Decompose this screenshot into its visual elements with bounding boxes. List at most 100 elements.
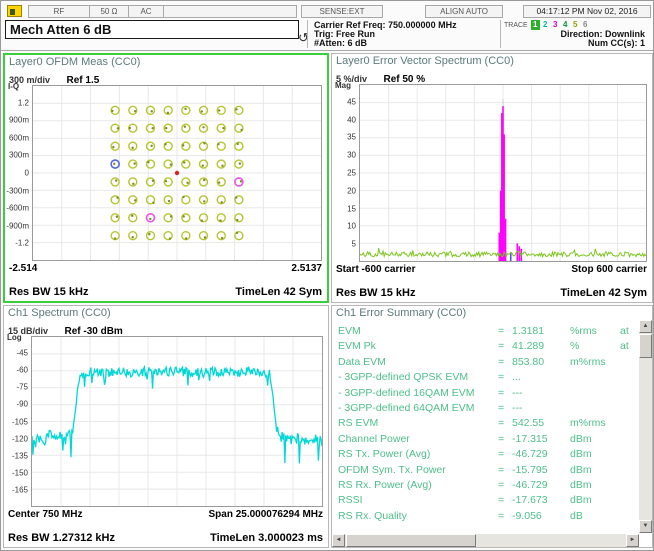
y-tick-label: 600m [9,133,29,142]
y-tick-label: 30 [347,151,356,160]
er-unit: dBm [570,463,620,478]
header-divider [1,50,653,51]
error-summary-row: RS Rx. Power (Avg)=-46.729dBm [338,478,636,493]
y-tick-label: -135 [12,451,28,460]
impedance-indicator: 50 Ω [89,5,129,18]
scroll-down-button[interactable]: ▼ [639,520,652,533]
er-note [620,432,636,447]
vertical-scroll-thumb[interactable] [639,334,652,358]
er-note [620,463,636,478]
header-separator [307,20,308,48]
y-tick-label: -600m [6,204,29,213]
error-summary-row: - 3GPP-defined 16QAM EVM=--- [338,386,636,401]
y-tick-label: -45 [16,349,28,358]
coupling-indicator: AC [128,5,164,18]
y-tick-label: -300m [6,186,29,195]
analyzer-screen: RF 50 Ω AC SENSE:EXT ALIGN AUTO 04:17:12… [0,0,654,551]
spectrum-canvas [32,337,322,506]
error-summary-horizontal-scrollbar[interactable]: ◄ ► [332,534,639,547]
error-summary-row: OFDM Sym. Tx. Power=-15.795dBm [338,463,636,478]
er-eq: = [498,339,512,354]
er-eq: = [498,416,512,431]
y-tick-label: 25 [347,169,356,178]
er-label: - 3GPP-defined QPSK EVM [338,370,498,385]
er-val: --- [512,386,570,401]
ofdm-meas-panel[interactable]: Layer0 OFDM Meas (CC0) 300 m/div Ref 1.5… [3,53,329,303]
y-tick-label: 5 [352,240,356,249]
er-eq: = [498,432,512,447]
y-tick-label: -165 [12,485,28,494]
scroll-up-button[interactable]: ▲ [639,320,652,333]
y-axis-ticks: 1.2900m600m300m0-300m-600m-900m-1.2 [5,85,31,261]
er-eq: = [498,463,512,478]
er-unit: %rms [570,324,620,339]
er-label: EVM [338,324,498,339]
y-tick-label: 1.2 [18,98,29,107]
er-unit [570,370,620,385]
error-summary-row: RS EVM=542.55m%rms [338,416,636,431]
error-summary-row: RSSI=-17.673dBm [338,493,636,508]
er-val: 542.55 [512,416,570,431]
scroll-right-button[interactable]: ► [626,534,639,547]
er-eq: = [498,355,512,370]
panel-title: Ch1 Error Summary (CC0) [336,307,466,319]
x-max-label: 2.5137 [291,263,322,274]
error-summary-row: Data EVM=853.80m%rms [338,355,636,370]
er-val: -15.795 [512,463,570,478]
panel-title: Layer0 Error Vector Spectrum (CC0) [336,55,514,67]
error-summary-row: RS Tx. Power (Avg)=-46.729dBm [338,447,636,462]
er-eq: = [498,493,512,508]
evm-spectrum-canvas [360,85,646,261]
er-val: --- [512,401,570,416]
constellation-plot [32,85,322,261]
trace-indicator-3[interactable]: 3 [551,20,560,30]
er-note [620,509,636,524]
er-val: ... [512,370,570,385]
er-unit: dBm [570,478,620,493]
error-summary-row: - 3GPP-defined QPSK EVM=... [338,370,636,385]
trace-indicator-1[interactable]: 1 [531,20,540,30]
er-label: OFDM Sym. Tx. Power [338,463,498,478]
er-label: RS Tx. Power (Avg) [338,447,498,462]
spectrum-panel[interactable]: Ch1 Spectrum (CC0) 15 dB/div Ref -30 dBm… [3,305,329,548]
er-eq: = [498,478,512,493]
er-val: -17.673 [512,493,570,508]
clock: 04:17:12 PM Nov 02, 2016 [523,5,651,18]
scroll-left-button[interactable]: ◄ [332,534,345,547]
error-summary-panel[interactable]: Ch1 Error Summary (CC0) EVM=1.3181%rmsat… [331,305,653,548]
spectrum-plot [31,336,323,507]
er-val: -46.729 [512,478,570,493]
status-spacer [163,5,297,18]
num-cc-annotation: Num CC(s): 1 [588,38,645,48]
y-tick-label: -105 [12,417,28,426]
horizontal-scroll-thumb[interactable] [346,534,476,547]
time-len-annotation: TimeLen 3.000023 ms [210,532,323,544]
er-val: -9.056 [512,509,570,524]
error-summary-row: - 3GPP-defined 64QAM EVM=--- [338,401,636,416]
time-len-annotation: TimeLen 42 Sym [235,286,322,298]
sense-indicator: SENSE:EXT [301,5,383,18]
error-summary-row: EVM Pk=41.289%at [338,339,636,354]
center-freq-label: Center 750 MHz [8,509,82,520]
y-tick-label: 35 [347,133,356,142]
trace-label: TRACE [504,22,528,29]
span-label: Span 25.000076294 MHz [208,509,323,520]
er-label: - 3GPP-defined 16QAM EVM [338,386,498,401]
mech-atten-annotation: Mech Atten 6 dB [5,20,299,39]
er-note: at [620,339,636,354]
res-bw-annotation: Res BW 15 kHz [9,286,88,298]
er-unit: dBm [570,447,620,462]
er-unit [570,386,620,401]
x-stop-label: Stop 600 carrier [571,264,647,275]
error-vector-spectrum-panel[interactable]: Layer0 Error Vector Spectrum (CC0) 5 %/d… [331,53,653,303]
error-summary-row: Channel Power=-17.315dBm [338,432,636,447]
time-len-annotation: TimeLen 42 Sym [560,287,647,299]
trace-indicator-2[interactable]: 2 [541,20,550,30]
y-tick-label: -900m [6,221,29,230]
constellation-canvas [33,86,321,260]
er-note [620,370,636,385]
error-summary-vertical-scrollbar[interactable]: ▲ ▼ [639,320,652,533]
panel-footer: Res BW 15 kHz TimeLen 42 Sym [336,287,647,300]
atten-annotation: #Atten: 6 dB [314,38,367,48]
er-eq: = [498,447,512,462]
